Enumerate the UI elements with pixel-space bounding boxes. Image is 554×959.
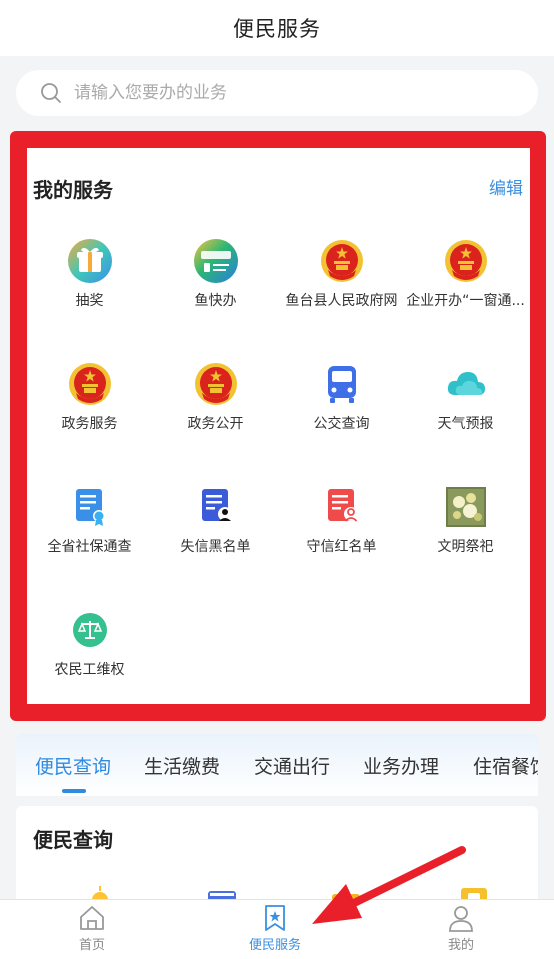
bookmark-star-icon: [265, 905, 285, 931]
gift-icon: [67, 238, 113, 284]
tab-lodging-dining[interactable]: 住宿餐饮: [473, 752, 538, 779]
flowers-photo-icon: [443, 484, 489, 530]
service-item-blacklist[interactable]: 失信黑名单: [153, 484, 278, 564]
certificate-doc-icon: [67, 484, 113, 530]
user-icon: [449, 906, 473, 932]
yu-kuaiban-logo-icon: [193, 238, 239, 284]
service-item-redlist[interactable]: 守信红名单: [279, 484, 404, 564]
service-label: 政务服务: [61, 416, 118, 432]
service-item-social-security[interactable]: 全省社保通查: [27, 484, 152, 564]
active-tab-indicator: [62, 789, 86, 793]
redlist-doc-icon: [319, 484, 365, 530]
nav-convenience-services[interactable]: 便民服务: [215, 904, 335, 953]
service-label: 公交查询: [313, 416, 370, 432]
top-bar: 便民服务: [0, 0, 554, 56]
national-emblem-icon: [443, 238, 489, 284]
page-title: 便民服务: [233, 17, 321, 41]
nav-label: 便民服务: [248, 938, 301, 953]
edit-button[interactable]: 编辑: [489, 174, 523, 199]
my-services-title: 我的服务: [33, 178, 113, 202]
section-title: 便民查询: [33, 828, 113, 852]
service-label: 鱼台县人民政府网: [285, 293, 398, 309]
my-services-header: 我的服务 编辑: [33, 174, 523, 204]
service-label: 鱼快办: [194, 293, 237, 309]
tab-convenience-query[interactable]: 便民查询: [35, 752, 111, 779]
search-box[interactable]: [16, 70, 538, 116]
service-item-weather[interactable]: 天气预报: [403, 361, 528, 441]
service-label: 企业开办“一窗通...: [406, 293, 525, 309]
bottom-nav: 首页 便民服务 我的: [0, 899, 554, 959]
tab-transport[interactable]: 交通出行: [254, 752, 330, 779]
bus-icon: [319, 361, 365, 407]
service-item-gov-disclosure[interactable]: 政务公开: [153, 361, 278, 441]
cloud-icon: [443, 361, 489, 407]
service-label: 文明祭祀: [437, 539, 494, 555]
service-label: 政务公开: [187, 416, 244, 432]
home-icon: [80, 906, 104, 930]
nav-label: 我的: [447, 938, 474, 953]
national-emblem-icon: [319, 238, 365, 284]
national-emblem-icon: [67, 361, 113, 407]
service-label: 天气预报: [437, 416, 494, 432]
nav-mine[interactable]: 我的: [401, 904, 521, 953]
category-tabs: 便民查询 生活缴费 交通出行 业务办理 住宿餐饮: [16, 734, 538, 796]
scales-icon: [67, 607, 113, 653]
tab-business[interactable]: 业务办理: [363, 752, 439, 779]
service-item-bus-query[interactable]: 公交查询: [279, 361, 404, 441]
service-item-civilized-memorial[interactable]: 文明祭祀: [403, 484, 528, 564]
service-item-lottery[interactable]: 抽奖: [27, 238, 152, 318]
nav-label: 首页: [78, 938, 105, 953]
service-label: 失信黑名单: [180, 539, 251, 555]
service-item-migrant-worker-rights[interactable]: 农民工维权: [27, 607, 152, 687]
my-services-card: 我的服务 编辑 抽奖 鱼快办 鱼台县人民政府网 企业开办“一窗通... 政务服务…: [27, 148, 530, 704]
nav-home[interactable]: 首页: [32, 904, 152, 953]
service-item-enterprise-window[interactable]: 企业开办“一窗通...: [403, 238, 528, 318]
search-icon: [41, 83, 61, 103]
service-label: 全省社保通查: [47, 539, 132, 555]
service-label: 农民工维权: [54, 662, 125, 678]
blacklist-doc-icon: [193, 484, 239, 530]
service-item-county-gov-site[interactable]: 鱼台县人民政府网: [279, 238, 404, 318]
convenience-query-section: 便民查询: [16, 806, 538, 906]
service-item-yu-kuaiban[interactable]: 鱼快办: [153, 238, 278, 318]
service-label: 抽奖: [75, 293, 104, 309]
tab-utility-payment[interactable]: 生活缴费: [144, 752, 220, 779]
service-label: 守信红名单: [306, 539, 377, 555]
search-area: [0, 56, 554, 128]
service-item-gov-services[interactable]: 政务服务: [27, 361, 152, 441]
national-emblem-icon: [193, 361, 239, 407]
search-input[interactable]: [74, 83, 474, 103]
